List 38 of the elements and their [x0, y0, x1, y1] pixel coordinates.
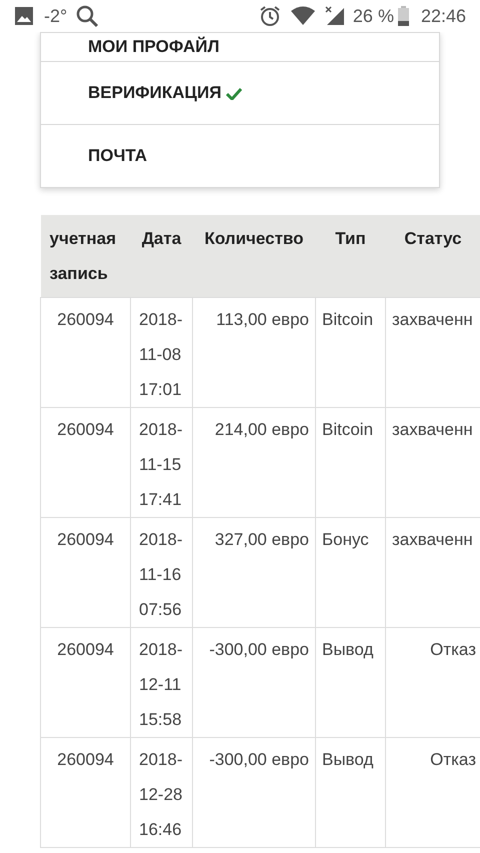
picture-icon	[14, 6, 34, 26]
table-cell: 260094	[40, 298, 130, 408]
column-header: Количество	[192, 215, 316, 298]
table-cell: 327,00 евро	[192, 518, 316, 628]
table-cell: -300,00 евро	[192, 628, 316, 738]
menu-item[interactable]: ВЕРИФИКАЦИЯ	[41, 61, 439, 124]
search-icon	[75, 4, 100, 28]
table-cell: 2018-11-16 07:56	[130, 518, 192, 628]
menu-item[interactable]: ПОЧТА	[41, 124, 439, 187]
table-cell: 260094	[40, 518, 130, 628]
column-header: Статус	[386, 215, 480, 298]
table-cell: 113,00 евро	[192, 298, 316, 408]
alarm-icon	[258, 5, 281, 27]
battery-icon	[398, 6, 409, 26]
table-cell: Бонус	[316, 518, 386, 628]
table-cell: Вывод	[316, 738, 386, 848]
table-cell: Вывод	[316, 628, 386, 738]
column-header: Дата	[130, 215, 192, 298]
temperature-text: -2°	[44, 4, 68, 28]
column-header: Тип	[316, 215, 386, 298]
table-cell: 2018-12-28 16:46	[130, 738, 192, 848]
table-cell: Bitcoin	[316, 298, 386, 408]
battery-percent: 26 %	[352, 4, 394, 28]
column-header: учетная запись	[40, 215, 130, 298]
table-cell: Bitcoin	[316, 408, 386, 518]
clock-text: 22:46	[420, 4, 466, 28]
table-cell: 2018-12-11 15:58	[130, 628, 192, 738]
table-cell: 260094	[40, 738, 130, 848]
wifi-icon	[290, 6, 315, 26]
table-cell: -300,00 евро	[192, 738, 316, 848]
signal-icon	[324, 6, 345, 26]
table-cell: 2018-11-15 17:41	[130, 408, 192, 518]
table-cell: 2018-11-08 17:01	[130, 298, 192, 408]
table-cell: 214,00 евро	[192, 408, 316, 518]
table-cell: 260094	[40, 628, 130, 738]
menu-item[interactable]: МОИ ПРОФАЙЛ	[41, 33, 439, 61]
table-cell: захваченн	[386, 298, 480, 408]
table-cell: 260094	[40, 408, 130, 518]
